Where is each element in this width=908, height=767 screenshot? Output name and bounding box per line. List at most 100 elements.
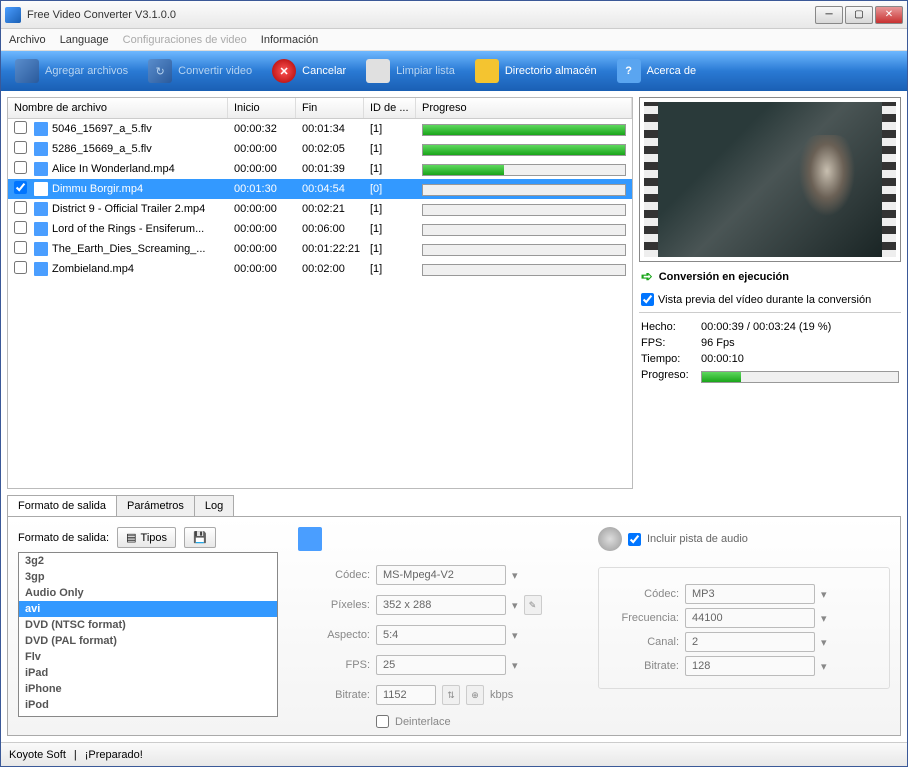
app-icon: [5, 7, 21, 23]
tab-params[interactable]: Parámetros: [116, 495, 195, 516]
menu-archivo[interactable]: Archivo: [9, 34, 46, 46]
aspect-select[interactable]: 5:4: [376, 625, 506, 645]
row-progress: [422, 144, 626, 156]
file-row[interactable]: Alice In Wonderland.mp4 00:00:0000:01:39…: [8, 159, 632, 179]
maximize-button[interactable]: ▢: [845, 6, 873, 24]
save-icon: 💾: [193, 531, 207, 544]
file-icon: [34, 182, 48, 196]
cancel-button[interactable]: ✕Cancelar: [262, 55, 356, 87]
clear-list-button[interactable]: Limpiar lista: [356, 55, 465, 87]
file-checkbox[interactable]: [14, 241, 27, 254]
refresh-icon: ↻: [148, 59, 172, 83]
row-progress: [422, 124, 626, 136]
file-rows: 5046_15697_a_5.flv 00:00:3200:01:34[1] 5…: [8, 119, 632, 488]
about-button[interactable]: ?Acerca de: [607, 55, 707, 87]
titlebar: Free Video Converter V3.1.0.0 ─ ▢ ✕: [1, 1, 907, 29]
file-checkbox[interactable]: [14, 141, 27, 154]
file-checkbox[interactable]: [14, 201, 27, 214]
add-files-button[interactable]: Agregar archivos: [5, 55, 138, 87]
video-preview: [658, 102, 882, 257]
menu-language[interactable]: Language: [60, 34, 109, 46]
menu-info[interactable]: Información: [261, 34, 318, 46]
fps-select[interactable]: 25: [376, 655, 506, 675]
arrow-right-icon: ➪: [641, 268, 653, 285]
minimize-button[interactable]: ─: [815, 6, 843, 24]
format-item[interactable]: Audio Only: [19, 585, 277, 601]
bitrate-spinner[interactable]: ⇅: [442, 685, 460, 705]
pixels-select[interactable]: 352 x 288: [376, 595, 506, 615]
file-checkbox[interactable]: [14, 161, 27, 174]
output-dir-button[interactable]: Directorio almacén: [465, 55, 607, 87]
format-item[interactable]: iPhone: [19, 681, 277, 697]
preview-check-label: Vista previa del vídeo durante la conver…: [658, 294, 871, 306]
format-item[interactable]: iPod: [19, 697, 277, 713]
document-icon: [366, 59, 390, 83]
speaker-icon: [598, 527, 622, 551]
video-codec-select[interactable]: MS-Mpeg4-V2: [376, 565, 506, 585]
file-row[interactable]: 5046_15697_a_5.flv 00:00:3200:01:34[1]: [8, 119, 632, 139]
audio-codec-select[interactable]: MP3: [685, 584, 815, 604]
stats: Hecho:00:00:39 / 00:03:24 (19 %) FPS:96 …: [639, 313, 901, 391]
pixels-edit-button[interactable]: ✎: [524, 595, 542, 615]
row-progress: [422, 184, 626, 196]
film-add-icon: [15, 59, 39, 83]
file-checkbox[interactable]: [14, 121, 27, 134]
file-row[interactable]: The_Earth_Dies_Screaming_... 00:00:0000:…: [8, 239, 632, 259]
row-progress: [422, 264, 626, 276]
conversion-status: ➪ Conversión en ejecución: [639, 262, 901, 291]
file-row[interactable]: District 9 - Official Trailer 2.mp4 00:0…: [8, 199, 632, 219]
deinterlace-checkbox[interactable]: [376, 715, 389, 728]
file-row[interactable]: 5286_15669_a_5.flv 00:00:0000:02:05[1]: [8, 139, 632, 159]
file-list-panel: Nombre de archivo Inicio Fin ID de ... P…: [7, 97, 633, 489]
file-icon: [34, 222, 48, 236]
preview-checkbox[interactable]: [641, 293, 654, 306]
audio-channel-select[interactable]: 2: [685, 632, 815, 652]
include-audio-checkbox[interactable]: [628, 533, 641, 546]
file-row[interactable]: Dimmu Borgir.mp4 00:01:3000:04:54[0]: [8, 179, 632, 199]
close-button[interactable]: ✕: [875, 6, 903, 24]
overall-progress: [701, 371, 899, 383]
tab-output[interactable]: Formato de salida: [7, 495, 117, 516]
types-button[interactable]: ▤Tipos: [117, 527, 176, 548]
tab-content: Formato de salida: ▤Tipos 💾 3g23gpAudio …: [7, 516, 901, 736]
audio-freq-select[interactable]: 44100: [685, 608, 815, 628]
time-value: 00:00:10: [701, 353, 899, 365]
ready-label: ¡Preparado!: [85, 749, 143, 761]
fps-value: 96 Fps: [701, 337, 899, 349]
col-end[interactable]: Fin: [296, 98, 364, 118]
preview-panel: ➪ Conversión en ejecución Vista previa d…: [639, 97, 901, 489]
row-progress: [422, 204, 626, 216]
tab-log[interactable]: Log: [194, 495, 234, 516]
file-icon: [34, 262, 48, 276]
video-bitrate-input[interactable]: 1152: [376, 685, 436, 705]
format-item[interactable]: avi: [19, 601, 277, 617]
format-item[interactable]: 3g2: [19, 553, 277, 569]
file-row[interactable]: Zombieland.mp4 00:00:0000:02:00[1]: [8, 259, 632, 279]
col-start[interactable]: Inicio: [228, 98, 296, 118]
menubar: Archivo Language Configuraciones de vide…: [1, 29, 907, 51]
file-row[interactable]: Lord of the Rings - Ensiferum... 00:00:0…: [8, 219, 632, 239]
format-item[interactable]: DVD (PAL format): [19, 633, 277, 649]
format-item[interactable]: Flv: [19, 649, 277, 665]
audio-bitrate-select[interactable]: 128: [685, 656, 815, 676]
app-window: Free Video Converter V3.1.0.0 ─ ▢ ✕ Arch…: [0, 0, 908, 767]
col-progress[interactable]: Progreso: [416, 98, 632, 118]
file-icon: [34, 122, 48, 136]
bitrate-plus-button[interactable]: ⊕: [466, 685, 484, 705]
menu-config[interactable]: Configuraciones de video: [123, 34, 247, 46]
format-item[interactable]: 3gp: [19, 569, 277, 585]
format-item[interactable]: DVD (NTSC format): [19, 617, 277, 633]
convert-button[interactable]: ↻Convertir video: [138, 55, 262, 87]
folder-icon: [475, 59, 499, 83]
file-icon: [34, 142, 48, 156]
col-filename[interactable]: Nombre de archivo: [8, 98, 228, 118]
format-item[interactable]: iPad: [19, 665, 277, 681]
col-id[interactable]: ID de ...: [364, 98, 416, 118]
file-icon: [34, 242, 48, 256]
tab-strip: Formato de salida Parámetros Log: [7, 495, 901, 516]
file-checkbox[interactable]: [14, 261, 27, 274]
file-checkbox[interactable]: [14, 181, 27, 194]
format-list[interactable]: 3g23gpAudio OnlyaviDVD (NTSC format)DVD …: [18, 552, 278, 717]
save-preset-button[interactable]: 💾: [184, 527, 216, 548]
file-checkbox[interactable]: [14, 221, 27, 234]
